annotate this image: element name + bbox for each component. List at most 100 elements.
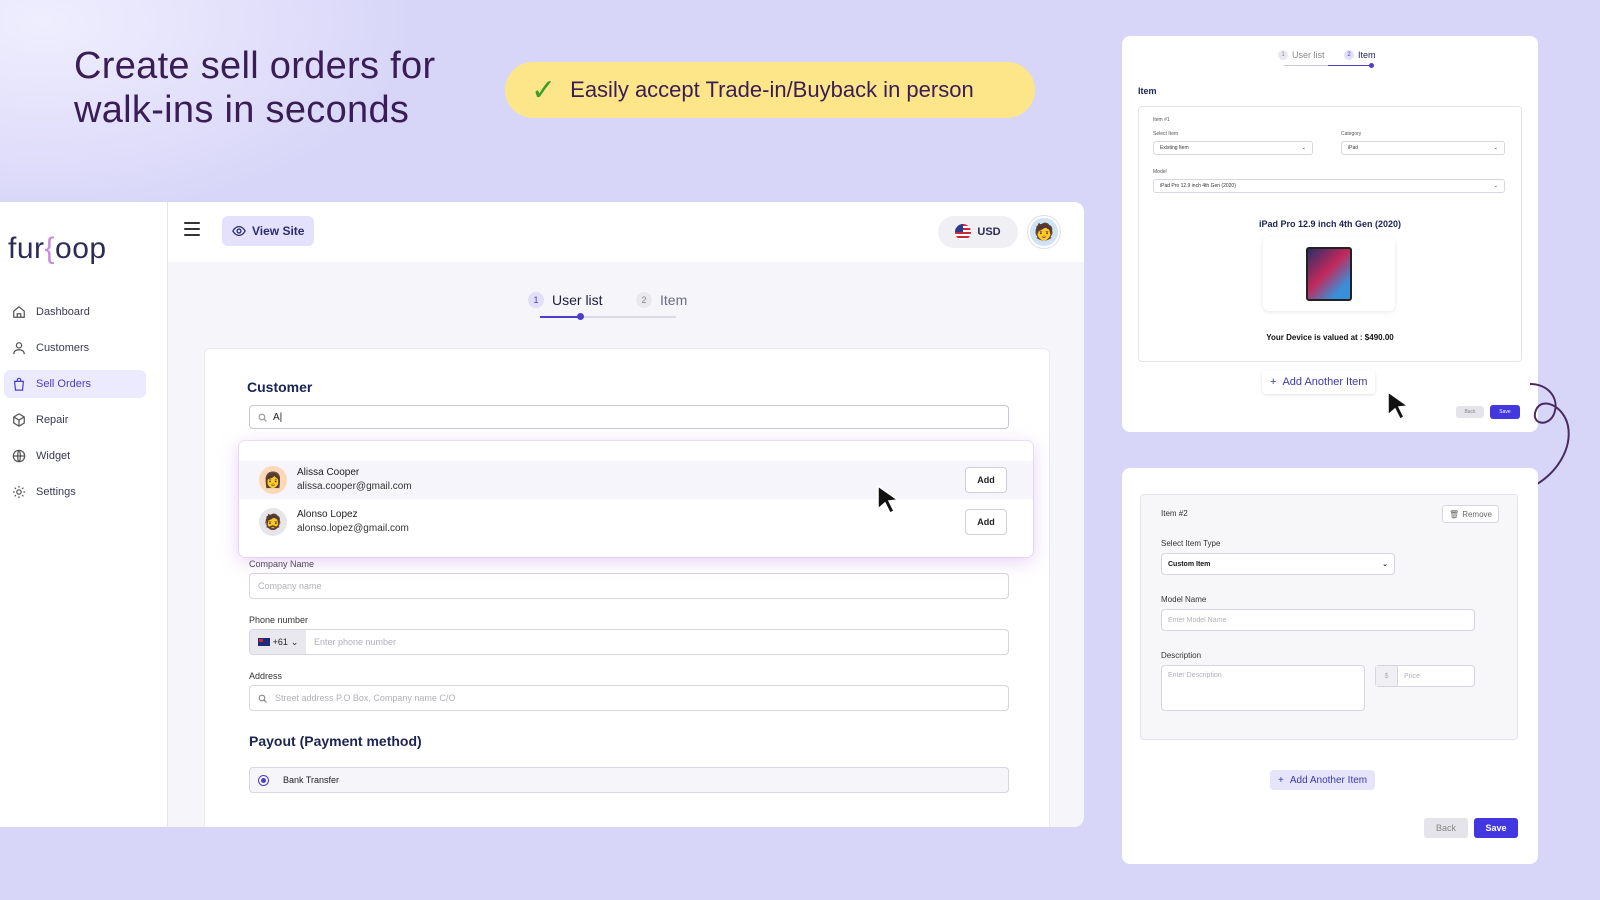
- model-name-input[interactable]: Enter Model Name: [1161, 609, 1475, 631]
- user-icon: [13, 342, 25, 355]
- phone-input[interactable]: +61 ⌄ Enter phone number: [249, 629, 1009, 655]
- customer-search-input[interactable]: A|: [249, 405, 1009, 429]
- trash-icon: 🗑: [1449, 509, 1460, 519]
- phone-label: Phone number: [249, 615, 309, 625]
- sidebar-item-widget[interactable]: Widget: [4, 442, 146, 470]
- phone-prefix-value: +61: [272, 637, 288, 647]
- company-label: Company Name: [249, 559, 315, 569]
- model-name-label: Model Name: [1161, 595, 1207, 604]
- model-dropdown[interactable]: iPad Pro 12.9 inch 4th Gen (2020) ⌄: [1153, 179, 1505, 193]
- product-image: [1263, 237, 1395, 311]
- list-item[interactable]: 👩 Alissa Cooper alissa.cooper@gmail.com …: [239, 461, 1033, 499]
- company-placeholder: Company name: [258, 581, 322, 591]
- chevron-down-icon: ⌄: [290, 636, 299, 647]
- list-item[interactable]: 🧔 Alonso Lopez alonso.lopez@gmail.com Ad…: [239, 503, 1033, 541]
- menu-icon[interactable]: [184, 222, 200, 236]
- eye-icon: [232, 225, 246, 237]
- item-type-dropdown[interactable]: Custom Item ⌄: [1161, 553, 1395, 575]
- item-type-value: Custom Item: [1168, 560, 1211, 568]
- gear-icon: [12, 485, 26, 499]
- remove-item-button[interactable]: 🗑 Remove: [1442, 505, 1499, 523]
- bag-icon: [13, 377, 25, 391]
- item-type-label: Select Item Type: [1161, 539, 1221, 548]
- chevron-down-icon: ⌄: [1493, 145, 1498, 151]
- payout-option-bank-transfer[interactable]: Bank Transfer: [249, 767, 1009, 793]
- select-item-dropdown[interactable]: Existing Item ⌄: [1153, 141, 1313, 155]
- sidebar-item-label: Widget: [36, 450, 71, 462]
- sidebar-item-sell-orders[interactable]: Sell Orders: [4, 370, 146, 398]
- save-button[interactable]: Save: [1490, 405, 1520, 419]
- sidebar-item-settings[interactable]: Settings: [4, 478, 146, 506]
- add-another-item-button[interactable]: + Add Another Item: [1270, 770, 1376, 790]
- price-input[interactable]: $ Price: [1375, 665, 1475, 687]
- sidebar-item-label: Repair: [36, 414, 69, 426]
- add-another-item-button[interactable]: + Add Another Item: [1262, 370, 1376, 394]
- add-customer-button[interactable]: Add: [965, 509, 1007, 535]
- add-another-label: Add Another Item: [1289, 774, 1368, 786]
- step-indicator: [1369, 63, 1374, 68]
- step-progress: [1328, 65, 1372, 66]
- item-number: Item #2: [1161, 509, 1188, 518]
- step-label: User list: [1292, 50, 1325, 60]
- country-code-select[interactable]: +61 ⌄: [250, 630, 306, 654]
- select-item-value: Existing Item: [1160, 145, 1189, 151]
- back-button[interactable]: Back: [1456, 406, 1484, 418]
- customer-title: Customer: [247, 379, 313, 395]
- step-number: 1: [1278, 50, 1288, 60]
- feature-pill: ✓ Easily accept Trade-in/Buyback in pers…: [505, 62, 1035, 118]
- category-dropdown[interactable]: iPad ⌄: [1341, 141, 1505, 155]
- logo-brace: {: [44, 232, 56, 265]
- logo[interactable]: fur{oop: [8, 232, 107, 266]
- globe-icon: [12, 449, 26, 463]
- customer-email: alonso.lopez@gmail.com: [297, 523, 409, 534]
- chevron-down-icon: ⌄: [1493, 183, 1498, 189]
- payout-option-label: Bank Transfer: [283, 775, 340, 785]
- sidebar-item-label: Customers: [36, 342, 90, 354]
- payout-title: Payout (Payment method): [249, 733, 422, 749]
- back-button[interactable]: Back: [1424, 818, 1468, 838]
- phone-placeholder: Enter phone number: [314, 637, 397, 647]
- step-indicator: [577, 313, 584, 320]
- sidebar-item-label: Dashboard: [36, 306, 90, 318]
- step-user-list[interactable]: 1 User list: [1278, 50, 1325, 60]
- currency-label: USD: [977, 226, 1001, 238]
- mouse-cursor-icon: [1387, 390, 1411, 420]
- customer-email: alissa.cooper@gmail.com: [297, 481, 412, 492]
- description-input[interactable]: Enter Description: [1161, 665, 1365, 711]
- sidebar-nav: Dashboard Customers Sell Orders Repair W…: [4, 298, 146, 514]
- search-value: A|: [273, 411, 283, 423]
- view-site-button[interactable]: View Site: [222, 216, 315, 246]
- step-item[interactable]: 2 Item: [1344, 50, 1376, 60]
- customer-name: Alissa Cooper: [297, 467, 360, 478]
- description-label: Description: [1161, 651, 1202, 660]
- sidebar-item-label: Settings: [36, 486, 76, 498]
- save-button[interactable]: Save: [1474, 818, 1518, 838]
- search-icon: [258, 413, 267, 422]
- custom-item-panel: Item #2 🗑 Remove Select Item Type Custom…: [1122, 468, 1538, 864]
- address-input[interactable]: Street address P.O Box, Company name C/O: [249, 685, 1009, 711]
- currency-selector[interactable]: USD: [938, 216, 1018, 248]
- avatar: 🧔: [259, 508, 287, 536]
- chevron-down-icon: ⌄: [1301, 145, 1306, 151]
- radio-selected-icon[interactable]: [258, 774, 269, 786]
- avatar: 👩: [259, 466, 287, 494]
- view-site-label: View Site: [252, 224, 305, 238]
- step-item[interactable]: 2 Item: [636, 292, 687, 308]
- step-label: User list: [552, 292, 603, 308]
- plus-icon: +: [1270, 376, 1277, 388]
- description-placeholder: Enter Description: [1168, 672, 1222, 679]
- avatar[interactable]: 🧑: [1028, 216, 1060, 248]
- remove-label: Remove: [1462, 509, 1492, 519]
- add-customer-button[interactable]: Add: [965, 467, 1007, 493]
- model-label: Model: [1153, 169, 1167, 175]
- logo-text-left: fur: [8, 232, 45, 265]
- category-label: Category: [1341, 131, 1362, 137]
- sidebar-item-customers[interactable]: Customers: [4, 334, 146, 362]
- company-input[interactable]: Company name: [249, 573, 1009, 599]
- search-icon: [258, 694, 267, 703]
- sidebar-item-repair[interactable]: Repair: [4, 406, 146, 434]
- sidebar-item-label: Sell Orders: [36, 378, 92, 390]
- sidebar-item-dashboard[interactable]: Dashboard: [4, 298, 146, 326]
- item-panel: 1 User list 2 Item Item Item #1 Select I…: [1122, 36, 1538, 432]
- step-user-list[interactable]: 1 User list: [528, 292, 603, 308]
